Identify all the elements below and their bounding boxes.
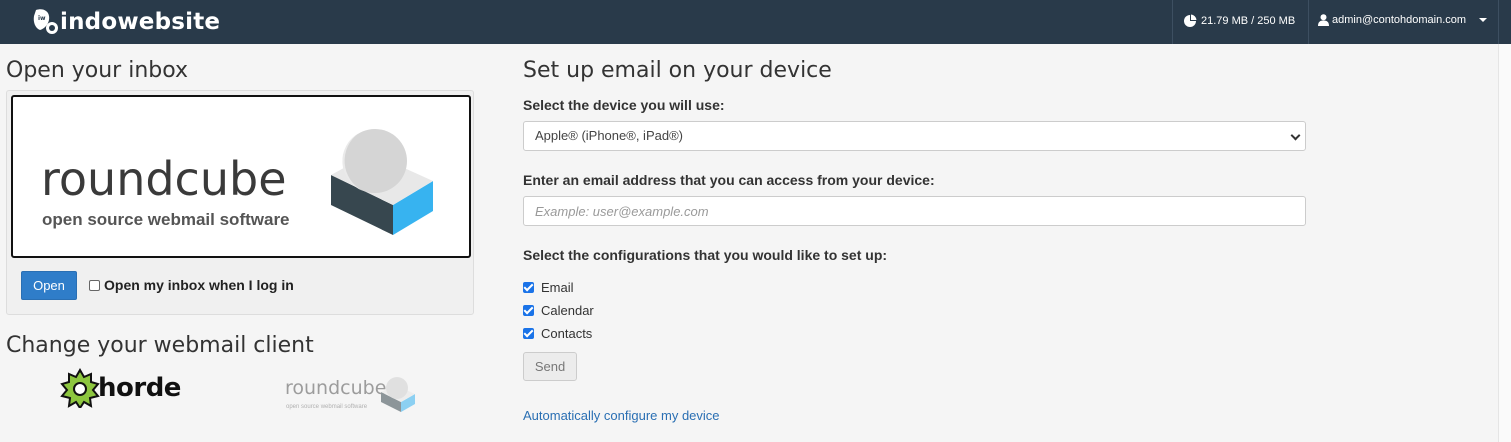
config-email-label: Email	[541, 280, 574, 295]
top-bar: iw indowebsite 21.79 MB / 250 MB admin@c…	[0, 0, 1511, 44]
disk-usage[interactable]: 21.79 MB / 250 MB	[1183, 14, 1295, 28]
inbox-panel: roundcube open source webmail software O…	[6, 90, 474, 315]
config-calendar-option[interactable]: Calendar	[523, 303, 594, 318]
roundcube-wordmark: roundcube	[41, 152, 287, 206]
divider	[1172, 0, 1173, 44]
svg-text:iw: iw	[38, 15, 46, 22]
caret-down-icon[interactable]	[1479, 18, 1488, 22]
device-select[interactable]: Apple® (iPhone®, iPad®)	[523, 121, 1306, 151]
brand-logo[interactable]: iw indowebsite	[32, 7, 220, 37]
config-contacts-option[interactable]: Contacts	[523, 326, 592, 341]
send-button[interactable]: Send	[523, 352, 577, 381]
roundcube-tagline: open source webmail software	[42, 210, 290, 229]
device-select-value: Apple® (iPhone®, iPad®)	[535, 128, 683, 143]
user-icon	[1318, 14, 1329, 26]
open-inbox-button[interactable]: Open	[21, 271, 77, 300]
inbox-title: Open your inbox	[6, 58, 189, 83]
pie-chart-icon	[1184, 14, 1197, 27]
roundcube-client[interactable]: roundcube open source webmail software	[285, 368, 419, 419]
user-email: admin@contohdomain.com	[1332, 14, 1467, 26]
config-contacts-label: Contacts	[541, 326, 593, 341]
email-label: Enter an email address that you can acce…	[523, 172, 935, 188]
horde-wordmark: horde	[98, 373, 181, 403]
config-label: Select the configurations that you would…	[523, 247, 888, 263]
roundcube-logo[interactable]: roundcube open source webmail software	[11, 95, 471, 258]
roundcube-logo-art: roundcube open source webmail software	[41, 129, 433, 235]
calendar-checkbox[interactable]	[523, 305, 534, 316]
setup-title: Set up email on your device	[523, 58, 832, 83]
divider	[1308, 0, 1309, 44]
user-menu[interactable]: admin@contohdomain.com	[1318, 14, 1488, 26]
brand-name: indowebsite	[60, 9, 221, 35]
email-checkbox[interactable]	[523, 282, 534, 293]
disk-usage-text: 21.79 MB / 250 MB	[1201, 15, 1296, 27]
auto-open-option[interactable]: Open my inbox when I log in	[89, 277, 294, 293]
roundcube-small-wordmark: roundcube	[285, 377, 386, 399]
auto-open-checkbox[interactable]	[89, 279, 100, 291]
config-email-option[interactable]: Email	[523, 280, 574, 295]
device-label: Select the device you will use:	[523, 97, 725, 113]
email-input[interactable]	[523, 196, 1306, 226]
horde-gear-icon	[60, 368, 100, 408]
roundcube-small-tagline: open source webmail software	[286, 404, 368, 410]
divider	[1498, 0, 1499, 44]
brand-icon: iw	[33, 9, 58, 34]
scrollbar[interactable]	[1498, 44, 1511, 442]
auto-configure-link[interactable]: Automatically configure my device	[523, 408, 720, 423]
auto-open-label: Open my inbox when I log in	[104, 277, 294, 293]
contacts-checkbox[interactable]	[523, 328, 534, 339]
chevron-down-icon	[1290, 130, 1301, 141]
config-calendar-label: Calendar	[541, 303, 594, 318]
webmail-title: Change your webmail client	[6, 333, 314, 358]
roundcube-small-logo: roundcube open source webmail software	[285, 377, 415, 412]
horde-client[interactable]: horde	[60, 368, 181, 408]
